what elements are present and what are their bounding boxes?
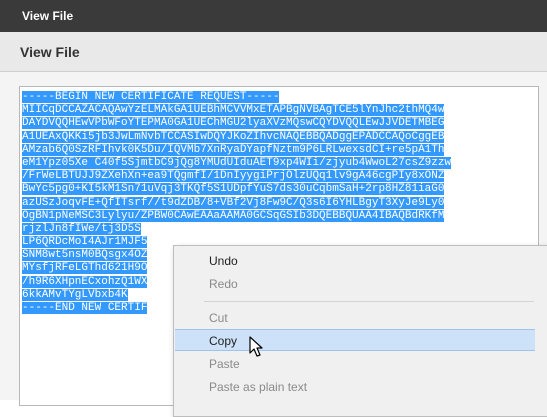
menu-item-paste-plain[interactable]: Paste as plain text [175, 376, 535, 398]
panel-header: View File [0, 32, 547, 72]
window-titlebar: View File [0, 0, 547, 32]
cert-line: -----BEGIN NEW CERTIFICATE REQUEST----- [22, 91, 280, 103]
menu-item-redo[interactable]: Redo [175, 273, 535, 295]
cert-line: OgBN1pNeMSC3Lylyu/ZPBW0CAwEAAaAAMA0GCSqG… [22, 209, 445, 222]
menu-separator [204, 301, 534, 302]
cert-line: DAYDVQQHEwVPbWFoYTEPMA0GA1UEChMGU2lyaXVz… [22, 117, 445, 130]
panel-title: View File [20, 44, 80, 60]
menu-item-copy[interactable]: Copy [175, 329, 535, 351]
window-title: View File [22, 9, 74, 23]
cert-line: rjzlJn8fIWe/tj3D5S [22, 222, 141, 235]
cert-line: eM1Ypz05Xe C40f5SjmtbC9jQg8YMUdUIduAET9x… [22, 156, 452, 169]
cert-line: /FrWeLBTUJJ9ZXehXn+ea9TQgmfI/1DnIyygiPrj… [22, 170, 445, 183]
menu-item-cut[interactable]: Cut [175, 307, 535, 329]
mouse-cursor-icon [249, 336, 263, 357]
cert-line: BwYc5pg0+KI5kM1Sn71uVqj3TKQf5S1UDpfYuS7d… [22, 183, 445, 196]
menu-item-undo[interactable]: Undo [175, 250, 535, 272]
menu-item-paste[interactable]: Paste [175, 353, 535, 375]
context-menu: Undo Redo Cut Copy Paste Paste as plain … [173, 245, 547, 417]
cert-line: A1UEAxQKKi5jb3JwLmNvbTCCASIwDQYJKoZIhvcN… [22, 130, 445, 143]
cert-line: MIICqDCCAZACAQAwYzELMAkGA1UEBhMCVVMxETAP… [22, 104, 445, 117]
cert-line: AMzab6Q0SzRFIhvk0K5Du/IQVMb7XnRyaDYapfNz… [22, 143, 445, 156]
cert-line: azUSzJoqvFE+QfITsrf//t9dZDB/8+VBf2Vj8Fw9… [22, 196, 445, 209]
